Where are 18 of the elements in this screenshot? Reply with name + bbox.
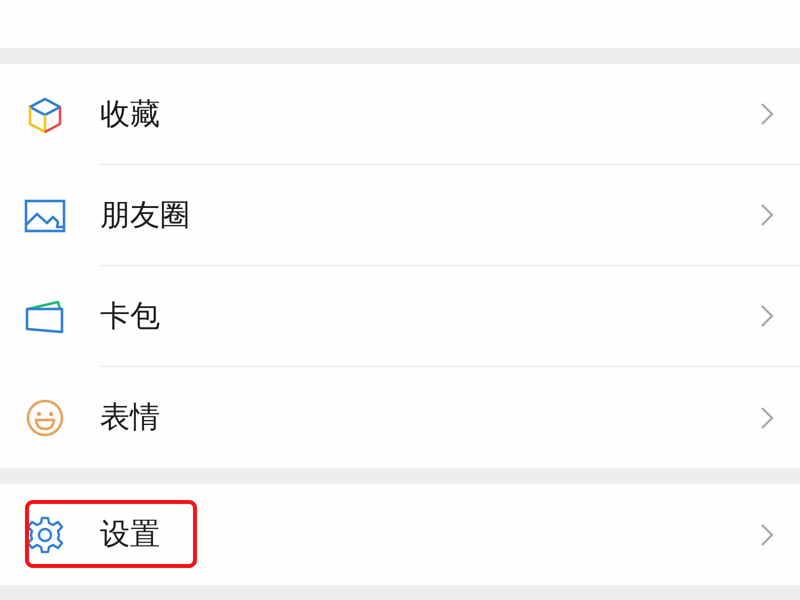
chevron-icon bbox=[760, 203, 774, 227]
menu-item[interactable]: 卡包 bbox=[0, 266, 800, 367]
menu-item[interactable]: 设置 bbox=[0, 484, 800, 585]
menu-label: 收藏 bbox=[100, 96, 160, 134]
chevron-icon bbox=[760, 522, 774, 546]
menu-label: 卡包 bbox=[100, 298, 160, 336]
smiley-icon bbox=[25, 398, 65, 438]
chevron-icon bbox=[760, 102, 774, 126]
menu-item[interactable]: 朋友圈 bbox=[0, 165, 800, 266]
chevron-icon bbox=[760, 304, 774, 328]
menu-label: 设置 bbox=[100, 516, 160, 554]
menu-label: 朋友圈 bbox=[100, 196, 190, 234]
landscape-icon bbox=[24, 198, 66, 232]
chevron-icon bbox=[760, 406, 774, 430]
card-icon bbox=[24, 298, 66, 334]
menu-item[interactable]: 表情 bbox=[0, 367, 800, 468]
menu-label: 表情 bbox=[100, 399, 160, 437]
menu-item[interactable]: 收藏 bbox=[0, 64, 800, 165]
